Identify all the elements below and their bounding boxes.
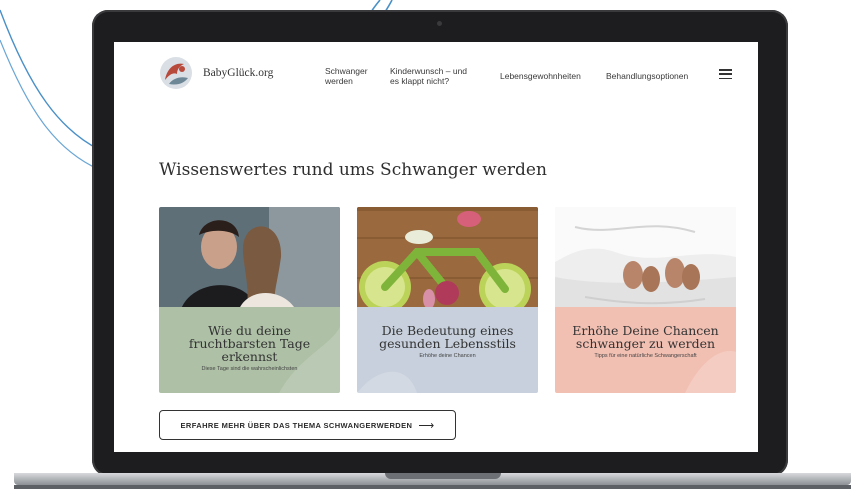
arrow-right-icon: ⟶ (418, 419, 435, 432)
cta-label: ERFAHRE MEHR ÜBER DAS THEMA SCHWANGERWER… (180, 420, 413, 430)
vegetable-bike-photo (357, 207, 538, 317)
nav-item-behandlungsoptionen[interactable]: Behandlungsoptionen (606, 71, 688, 81)
bed-feet-photo (555, 207, 736, 317)
nav-label: Lebensgewohnheiten (500, 71, 581, 81)
logo-icon[interactable] (159, 56, 193, 90)
laptop-base-notch (385, 473, 501, 479)
camera-icon (437, 21, 442, 26)
article-card-chancen-erhoehen[interactable]: Erhöhe Deine Chancen schwanger zu werden… (555, 207, 736, 393)
card-title: Wie du deine fruchtbarsten Tage erkennst (188, 323, 311, 364)
card-title: Die Bedeutung eines gesunden Lebensstils (379, 323, 516, 351)
article-card-fruchtbare-tage[interactable]: Wie du deine fruchtbarsten Tage erkennst… (159, 207, 340, 393)
hamburger-menu-icon[interactable] (719, 69, 732, 80)
article-card-gesunder-lebensstil[interactable]: Die Bedeutung eines gesunden Lebensstils… (357, 207, 538, 393)
nav-item-lebensgewohnheiten[interactable]: Lebensgewohnheiten (500, 71, 581, 81)
card-caption-area: Erhöhe Deine Chancen schwanger zu werden… (555, 307, 736, 393)
nav-label-line1: Kinderwunsch – und (390, 66, 468, 76)
nav-label-line2: werden (325, 76, 353, 86)
nav-item-kinderwunsch[interactable]: Kinderwunsch – und es klappt nicht? (390, 66, 467, 86)
nav-label-line1: Schwanger (325, 66, 368, 76)
couple-photo (159, 207, 340, 317)
nav-label: Behandlungsoptionen (606, 71, 689, 81)
laptop-base-shadow (14, 485, 851, 489)
learn-more-button[interactable]: ERFAHRE MEHR ÜBER DAS THEMA SCHWANGERWER… (159, 410, 456, 440)
logo-text[interactable]: BabyGlück.org (203, 67, 273, 79)
card-subtitle: Diese Tage sind die wahrscheinlichsten (201, 366, 298, 372)
laptop-screen: BabyGlück.org Schwanger werden Kinderwun… (114, 42, 758, 452)
page-heading: Wissenswertes rund ums Schwanger werden (159, 160, 547, 180)
nav-item-schwanger-werden[interactable]: Schwanger werden (325, 66, 368, 86)
card-title: Erhöhe Deine Chancen schwanger zu werden (572, 323, 719, 351)
card-subtitle: Tipps für eine natürliche Schwangerschaf… (594, 353, 697, 359)
card-subtitle: Erhöhe deine Chancen (419, 353, 476, 359)
nav-label-line2: es klappt nicht? (390, 76, 450, 86)
card-caption-area: Wie du deine fruchtbarsten Tage erkennst… (159, 307, 340, 393)
card-caption-area: Die Bedeutung eines gesunden Lebensstils… (357, 307, 538, 393)
